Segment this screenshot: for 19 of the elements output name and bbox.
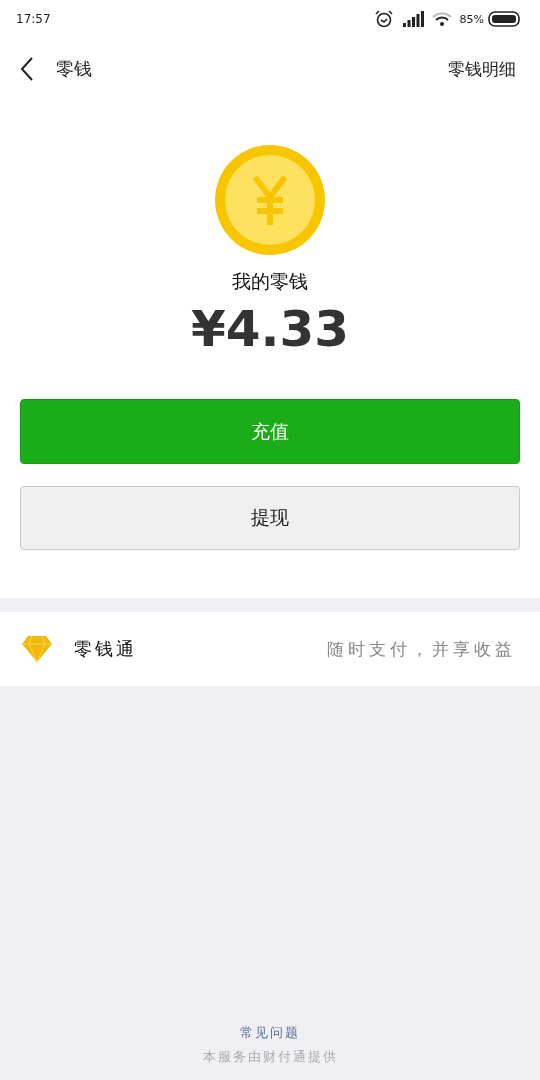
faq-link[interactable]: 常见问题 xyxy=(240,1024,300,1042)
battery-percent: 85% xyxy=(459,12,484,26)
service-row[interactable]: 零钱通 随时支付，并享收益 xyxy=(0,612,540,686)
balance-label: 我的零钱 xyxy=(232,269,308,294)
details-link[interactable]: 零钱明细 xyxy=(448,57,516,81)
page-title: 零钱 xyxy=(56,57,92,81)
service-tagline: 随时支付，并享收益 xyxy=(327,637,516,661)
provider-note: 本服务由财付通提供 xyxy=(202,1048,338,1066)
diamond-icon xyxy=(22,636,52,662)
service-name: 零钱通 xyxy=(74,637,137,661)
wifi-icon xyxy=(431,11,452,27)
coin-icon xyxy=(215,145,325,255)
balance-amount: ¥4.33 xyxy=(190,299,350,359)
status-time: 17:57 xyxy=(16,12,51,26)
signal-icon xyxy=(401,11,424,27)
alarm-clock-icon xyxy=(373,10,394,28)
back-icon[interactable] xyxy=(20,57,34,81)
withdraw-button[interactable]: 提现 xyxy=(20,486,520,550)
battery-icon xyxy=(488,11,520,27)
